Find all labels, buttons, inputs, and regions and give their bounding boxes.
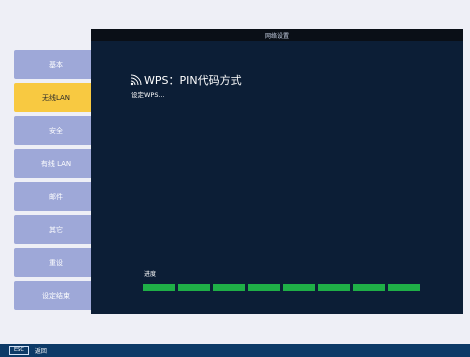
wifi-icon (130, 74, 142, 86)
sidebar-item-finish-setup[interactable]: 设定结束 (14, 281, 98, 310)
sidebar-item-security[interactable]: 安全 (14, 116, 98, 145)
main-panel: 网络设置 WPS：PIN代码方式 设定WPS... 进度 (91, 29, 463, 314)
wps-heading: WPS：PIN代码方式 (130, 72, 242, 88)
progress-segment (248, 284, 280, 291)
progress-segment (388, 284, 420, 291)
window-title: 网络设置 (264, 32, 289, 40)
progress-segment (213, 284, 245, 291)
progress-segment (353, 284, 385, 291)
sidebar-item-label: 有线 LAN (40, 159, 72, 168)
sidebar-item-mail[interactable]: 邮件 (14, 182, 98, 211)
progress-segment (178, 284, 210, 291)
sidebar-item-wireless-lan[interactable]: 无线LAN (14, 83, 98, 112)
progress-bar (143, 284, 420, 291)
sidebar-item-label: 无线LAN (41, 93, 71, 102)
esc-key-button[interactable]: ESC (9, 346, 29, 355)
footer-bar: ESC 返回 (0, 344, 470, 357)
sidebar-item-label: 基本 (49, 60, 63, 69)
sidebar-item-other[interactable]: 其它 (14, 215, 98, 244)
sidebar-item-reset[interactable]: 重设 (14, 248, 98, 277)
sidebar-item-label: 其它 (49, 225, 63, 234)
sidebar-item-label: 安全 (49, 126, 63, 135)
sidebar-item-basic[interactable]: 基本 (14, 50, 98, 79)
sidebar-item-label: 邮件 (49, 192, 63, 201)
progress-label: 进度 (144, 271, 157, 278)
page-title: WPS：PIN代码方式 (144, 74, 242, 87)
sidebar-item-label: 设定结束 (42, 291, 70, 300)
status-text: 设定WPS... (131, 91, 165, 99)
progress-segment (318, 284, 350, 291)
progress-segment (143, 284, 175, 291)
panel-title: 网络设置 (91, 29, 463, 41)
sidebar-item-label: 重设 (49, 258, 63, 267)
progress-segment (283, 284, 315, 291)
sidebar-item-wired-lan[interactable]: 有线 LAN (14, 149, 98, 178)
back-label: 返回 (34, 348, 47, 355)
